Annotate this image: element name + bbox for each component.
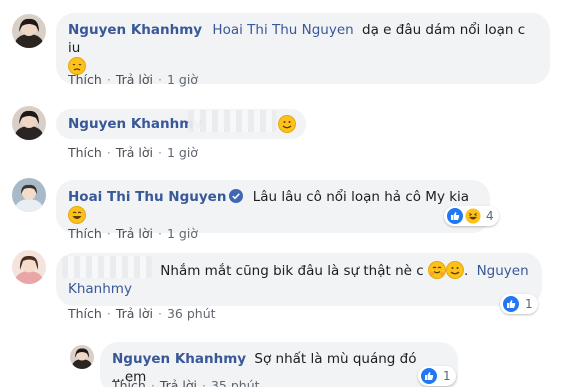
comment-author[interactable]: Nguyen Khanhmy bbox=[68, 22, 202, 38]
comment-text: Nhắm mắt cũng bik đâu là sự thật nè c bbox=[160, 263, 424, 279]
comment-actions: Thích · Trả lời · 35 phút bbox=[112, 378, 260, 387]
comment-time[interactable]: 35 phút bbox=[211, 378, 260, 387]
censored-text bbox=[188, 110, 276, 132]
reaction-summary[interactable]: 1 bbox=[500, 294, 538, 314]
comment-actions: Thích · Trả lời · 1 giờ bbox=[68, 72, 198, 87]
avatar[interactable] bbox=[12, 250, 46, 284]
reply-link[interactable]: Trả lời bbox=[116, 145, 153, 160]
like-link[interactable]: Thích bbox=[68, 145, 102, 160]
reply-link[interactable]: Trả lời bbox=[116, 306, 153, 321]
like-reaction-icon bbox=[503, 296, 519, 312]
like-link[interactable]: Thích bbox=[68, 306, 102, 321]
avatar[interactable] bbox=[12, 106, 46, 140]
comment-time[interactable]: 1 giờ bbox=[167, 145, 198, 160]
comment-time[interactable]: 1 giờ bbox=[167, 72, 198, 87]
reaction-count: 4 bbox=[486, 209, 494, 223]
reaction-count: 1 bbox=[525, 297, 533, 311]
like-link[interactable]: Thích bbox=[112, 378, 146, 387]
comment-actions: Thích · Trả lời · 1 giờ bbox=[68, 145, 198, 160]
comment-time[interactable]: 36 phút bbox=[167, 306, 216, 321]
smile-face-icon bbox=[278, 115, 296, 133]
comment-mention[interactable]: Khanhmy bbox=[68, 281, 132, 297]
like-reaction-icon bbox=[421, 368, 437, 384]
like-reaction-icon bbox=[447, 208, 463, 224]
verified-badge-icon bbox=[229, 189, 244, 203]
like-link[interactable]: Thích bbox=[68, 226, 102, 241]
comment-text: Lâu lâu cô nổi loạn hả cô My kia bbox=[252, 189, 470, 205]
censored-name bbox=[62, 256, 152, 278]
reaction-summary[interactable]: 1 bbox=[418, 366, 456, 386]
reaction-count: 1 bbox=[443, 369, 451, 383]
reply-link[interactable]: Trả lời bbox=[160, 378, 197, 387]
reply-link[interactable]: Trả lời bbox=[116, 72, 153, 87]
comment-time[interactable]: 1 giờ bbox=[167, 226, 198, 241]
like-link[interactable]: Thích bbox=[68, 72, 102, 87]
reaction-summary[interactable]: 4 bbox=[444, 206, 499, 226]
comment-author[interactable]: Hoai Thi Thu Nguyen bbox=[68, 189, 226, 205]
comment-mention[interactable]: Hoai Thi Thu Nguyen bbox=[212, 22, 353, 38]
comment-mention[interactable]: Nguyen bbox=[477, 263, 529, 279]
avatar[interactable] bbox=[12, 14, 46, 48]
avatar[interactable] bbox=[12, 178, 46, 212]
comment-actions: Thích · Trả lời · 36 phút bbox=[68, 306, 216, 321]
laughing-face-icon bbox=[68, 206, 86, 224]
comment-actions: Thích · Trả lời · 1 giờ bbox=[68, 226, 198, 241]
reply-link[interactable]: Trả lời bbox=[116, 226, 153, 241]
smile-face-icon bbox=[445, 261, 464, 279]
comment-author[interactable]: Nguyen Khanhmy bbox=[112, 351, 246, 367]
avatar[interactable] bbox=[70, 345, 94, 369]
comment-author[interactable]: Nguyen Khanhmy bbox=[68, 116, 202, 132]
haha-reaction-icon bbox=[465, 208, 481, 224]
hugging-face-icon bbox=[427, 261, 446, 279]
